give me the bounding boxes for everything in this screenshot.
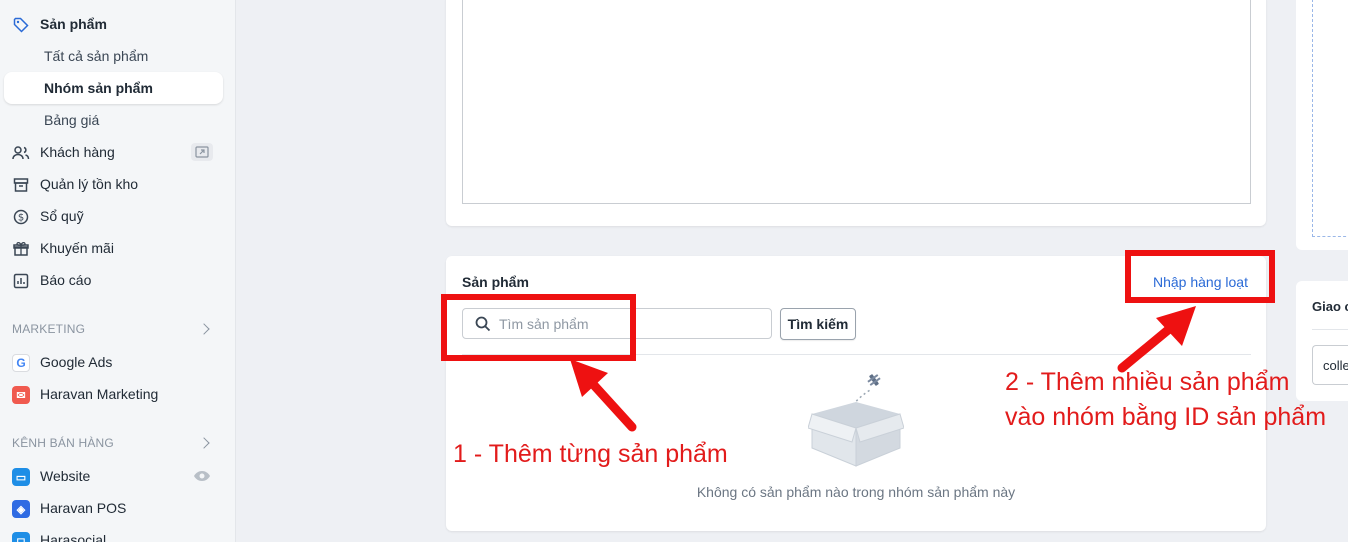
- chevron-right-icon: [198, 437, 210, 449]
- harasocial-icon: ◻: [12, 532, 30, 542]
- empty-box-icon: [807, 370, 905, 475]
- sidebar-item-reports[interactable]: Báo cáo: [4, 264, 223, 296]
- eye-icon[interactable]: [191, 467, 213, 485]
- svg-text:$: $: [18, 213, 24, 224]
- section-marketing-label: MARKETING: [12, 322, 86, 336]
- sidebar-item-cashbook[interactable]: $ Sổ quỹ: [4, 200, 223, 232]
- sidebar-item-products[interactable]: Sản phẩm: [4, 8, 223, 40]
- external-window-icon[interactable]: [191, 143, 213, 161]
- annotation-text-1: 1 - Thêm từng sản phẩm: [453, 440, 728, 468]
- description-card: [446, 0, 1266, 226]
- sidebar-item-promotions[interactable]: Khuyến mãi: [4, 232, 223, 264]
- divider: [1312, 329, 1348, 330]
- sidebar-item-harasocial[interactable]: ◻ Harasocial: [4, 524, 223, 542]
- annotation-search-highlight: [441, 294, 636, 361]
- sidebar-item-label: Nhóm sản phẩm: [44, 80, 153, 96]
- sidebar-item-product-groups[interactable]: Nhóm sản phẩm: [4, 72, 223, 104]
- sidebar-item-label: Sản phẩm: [40, 16, 107, 32]
- search-button[interactable]: Tìm kiếm: [780, 308, 856, 340]
- annotation-text-2-line1: 2 - Thêm nhiều sản phẩm: [1005, 368, 1290, 396]
- website-icon: ▭: [12, 468, 30, 486]
- sidebar-item-customers[interactable]: Khách hàng: [4, 136, 223, 168]
- section-marketing[interactable]: MARKETING: [12, 322, 212, 336]
- right-card-title: Giao c: [1312, 299, 1348, 314]
- upload-dropzone[interactable]: [1312, 0, 1348, 237]
- annotation-text-2-line2: vào nhóm bằng ID sản phẩm: [1005, 403, 1327, 431]
- chevron-right-icon: [198, 323, 210, 335]
- sidebar-item-label: Sổ quỹ: [40, 208, 84, 224]
- description-editor[interactable]: [462, 0, 1251, 204]
- dollar-circle-icon: $: [12, 208, 30, 226]
- sidebar-item-label: Khách hàng: [40, 144, 115, 160]
- sidebar-item-label: Google Ads: [40, 354, 113, 370]
- users-icon: [12, 144, 30, 162]
- sidebar-item-label: Quản lý tồn kho: [40, 176, 139, 192]
- annotation-arrow-1-icon: [570, 359, 637, 432]
- sidebar-item-label: Tất cả sản phẩm: [44, 48, 149, 64]
- sidebar-item-label: Bảng giá: [44, 112, 100, 128]
- right-select-value: colle: [1323, 358, 1348, 373]
- sidebar-item-price-list[interactable]: Bảng giá: [4, 104, 223, 136]
- empty-state-message: Không có sản phẩm nào trong nhóm sản phẩ…: [696, 484, 1016, 500]
- sidebar-item-label: Harasocial: [40, 532, 107, 542]
- archive-icon: [12, 176, 30, 194]
- haravan-marketing-icon: ✉: [12, 386, 30, 404]
- sidebar-item-label: Haravan POS: [40, 500, 127, 516]
- tag-icon: [12, 16, 30, 34]
- pos-icon: ◈: [12, 500, 30, 518]
- sidebar-item-label: Báo cáo: [40, 272, 92, 288]
- right-select-field[interactable]: colle: [1312, 345, 1348, 385]
- gift-icon: [12, 240, 30, 258]
- sidebar-item-inventory[interactable]: Quản lý tồn kho: [4, 168, 223, 200]
- bar-chart-icon: [12, 272, 30, 290]
- right-settings-card: Giao c colle: [1296, 281, 1348, 401]
- section-sales-channels-label: KÊNH BÁN HÀNG: [12, 436, 114, 450]
- sidebar: Sản phẩm Tất cả sản phẩm Nhóm sản phẩm B…: [0, 0, 236, 542]
- google-icon: G: [12, 354, 30, 372]
- sidebar-item-haravan-pos[interactable]: ◈ Haravan POS: [4, 492, 223, 524]
- sidebar-item-haravan-marketing[interactable]: ✉ Haravan Marketing: [4, 378, 223, 410]
- sidebar-item-label: Khuyến mãi: [40, 240, 114, 256]
- annotation-bulk-import-highlight: [1125, 250, 1275, 303]
- sidebar-item-label: Website: [40, 468, 91, 484]
- section-sales-channels[interactable]: KÊNH BÁN HÀNG: [12, 436, 212, 450]
- sidebar-item-google-ads[interactable]: G Google Ads: [4, 346, 223, 378]
- sidebar-item-website[interactable]: ▭ Website: [4, 460, 223, 492]
- sidebar-item-all-products[interactable]: Tất cả sản phẩm: [4, 40, 223, 72]
- sidebar-item-label: Haravan Marketing: [40, 386, 159, 402]
- card-title: Sản phẩm: [462, 274, 529, 290]
- right-upload-card: [1296, 0, 1348, 250]
